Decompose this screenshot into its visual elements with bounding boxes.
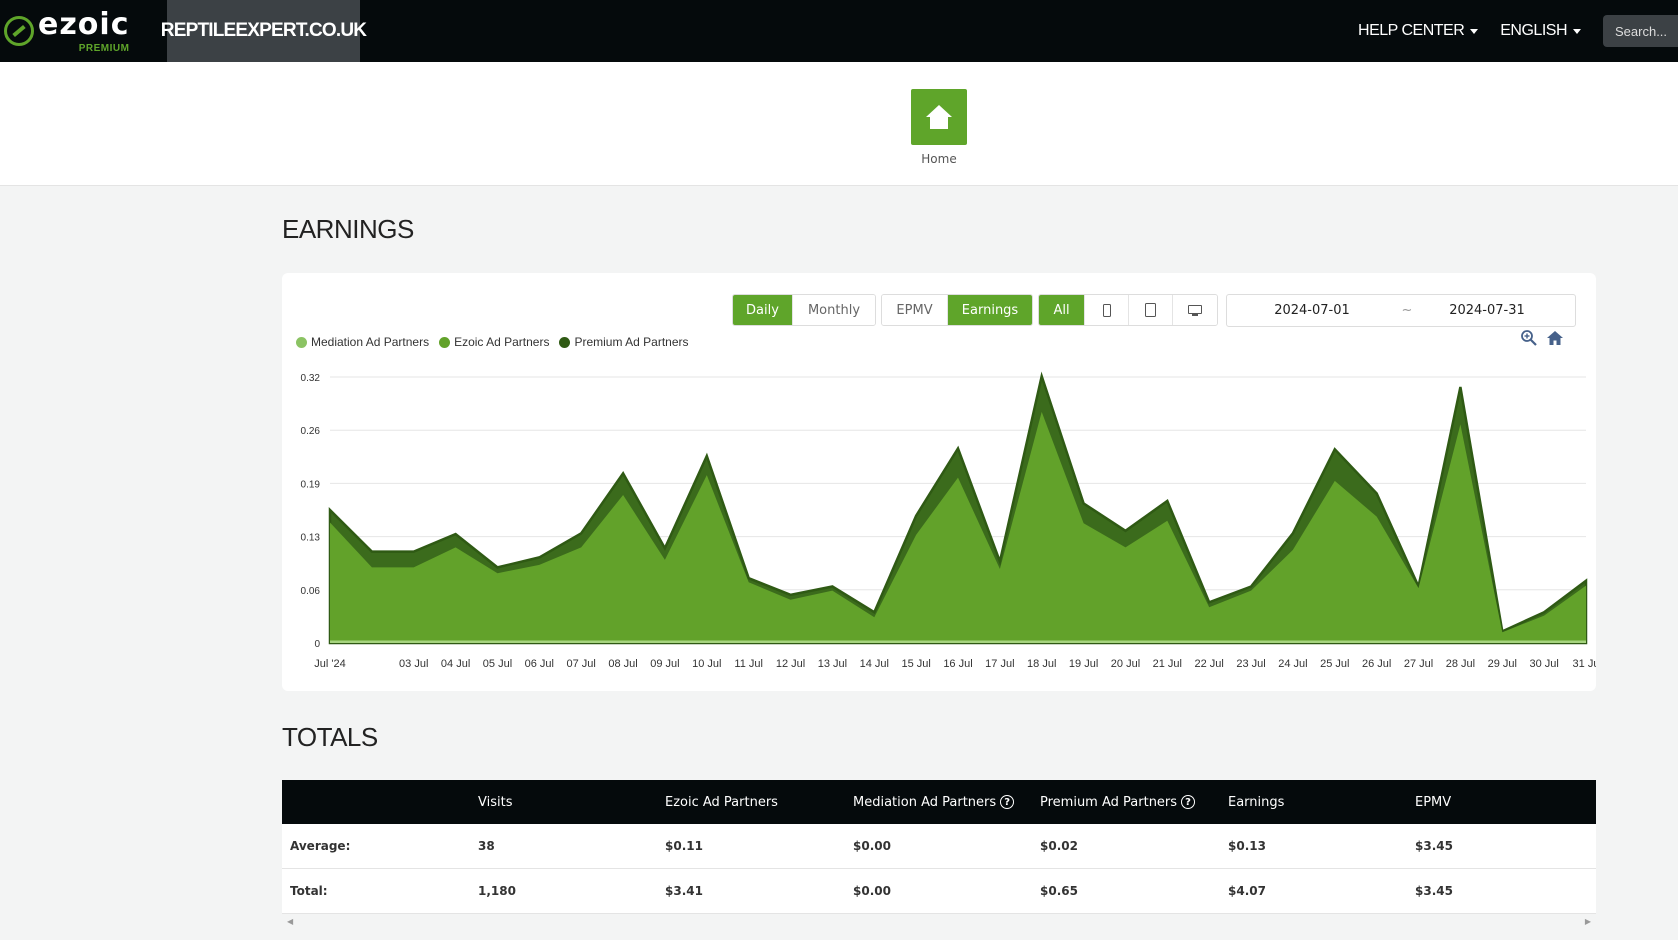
x-tick-label: 26 Jul (1362, 658, 1391, 670)
scroll-left-icon[interactable]: ◀ (287, 917, 293, 926)
x-tick-label: 22 Jul (1195, 658, 1224, 670)
x-tick-label: 04 Jul (441, 658, 470, 670)
x-tick-label: 07 Jul (567, 658, 596, 670)
table-row: Total: 1,180 $3.41 $0.00 $0.65 $4.07 $3.… (282, 869, 1596, 914)
totals-title: TOTALS (282, 722, 378, 752)
chevron-down-icon (1573, 28, 1581, 34)
series-area-mediation-ad-partners (330, 640, 1586, 643)
row-label: Total: (290, 884, 328, 898)
x-tick-label: 25 Jul (1320, 658, 1349, 670)
ezoic-logo-icon (4, 16, 34, 46)
cell-visits: 38 (478, 839, 495, 853)
language-menu[interactable]: ENGLISH (1500, 22, 1581, 40)
row-label: Average: (290, 839, 351, 853)
x-tick-label: 08 Jul (608, 658, 637, 670)
x-tick-label: 09 Jul (650, 658, 679, 670)
y-tick-label: 0.26 (301, 426, 321, 437)
search-input[interactable] (1603, 15, 1678, 47)
x-tick-label: 23 Jul (1236, 658, 1265, 670)
x-tick-label: 06 Jul (525, 658, 554, 670)
x-tick-label: 16 Jul (943, 658, 972, 670)
cell-premium: $0.65 (1040, 884, 1078, 898)
x-tick-label: 13 Jul (818, 658, 847, 670)
help-icon[interactable]: ? (1000, 795, 1015, 809)
x-tick-label: 18 Jul (1027, 658, 1056, 670)
cell-visits: 1,180 (478, 884, 516, 898)
x-tick-label: 31 Ju (1573, 658, 1596, 670)
x-tick-label: 24 Jul (1278, 658, 1307, 670)
cell-ezoic: $3.41 (665, 884, 703, 898)
x-tick-label: Jul '24 (314, 658, 345, 670)
cell-mediation: $0.00 (853, 839, 891, 853)
y-tick-label: 0.19 (301, 479, 321, 490)
x-tick-label: 29 Jul (1488, 658, 1517, 670)
earnings-title: EARNINGS (282, 214, 414, 244)
y-tick-label: 0.13 (301, 533, 321, 544)
cell-earnings: $0.13 (1228, 839, 1266, 853)
x-tick-label: 05 Jul (483, 658, 512, 670)
help-icon[interactable]: ? (1181, 795, 1196, 809)
table-row: Average: 38 $0.11 $0.00 $0.02 $0.13 $3.4… (282, 824, 1596, 869)
col-epmv: EPMV (1415, 794, 1452, 810)
home-strip: Home (0, 62, 1678, 186)
x-tick-label: 27 Jul (1404, 658, 1433, 670)
x-tick-label: 10 Jul (692, 658, 721, 670)
x-tick-label: 12 Jul (776, 658, 805, 670)
logo-text: ezoic PREMIUM (38, 7, 130, 55)
x-tick-label: 15 Jul (901, 658, 930, 670)
col-mediation-label: Mediation Ad Partners (853, 794, 997, 810)
cell-ezoic: $0.11 (665, 839, 703, 853)
col-premium: Premium Ad Partners ? (1040, 794, 1196, 810)
cell-earnings: $4.07 (1228, 884, 1266, 898)
table-horizontal-scrollbar[interactable]: ◀ ▶ (282, 914, 1596, 928)
x-tick-label: 19 Jul (1069, 658, 1098, 670)
ezoic-logo[interactable]: ezoic PREMIUM (0, 0, 167, 62)
totals-table: Visits Ezoic Ad Partners Mediation Ad Pa… (282, 780, 1596, 914)
y-tick-label: 0.06 (301, 586, 321, 597)
scroll-right-icon[interactable]: ▶ (1585, 917, 1591, 926)
cell-mediation: $0.00 (853, 884, 891, 898)
logo-tier: PREMIUM (78, 43, 130, 54)
chevron-down-icon (1470, 28, 1479, 34)
language-label: ENGLISH (1500, 22, 1567, 39)
earnings-chart-card: Daily Monthly EPMV Earnings All 2024-07-… (282, 273, 1596, 691)
x-tick-label: 30 Jul (1529, 658, 1558, 670)
home-button[interactable] (911, 89, 967, 145)
col-ezoic: Ezoic Ad Partners (665, 794, 778, 810)
home-icon (926, 105, 952, 129)
help-center-menu[interactable]: HELP CENTER (1358, 22, 1479, 40)
col-premium-label: Premium Ad Partners (1040, 794, 1178, 810)
logo-word: ezoic (38, 7, 130, 42)
x-tick-label: 03 Jul (399, 658, 428, 670)
x-tick-label: 21 Jul (1153, 658, 1182, 670)
x-tick-label: 28 Jul (1446, 658, 1475, 670)
site-selector[interactable]: REPTILEEXPERT.CO.UK (161, 0, 367, 62)
x-tick-label: 17 Jul (985, 658, 1014, 670)
cell-epmv: $3.45 (1415, 884, 1453, 898)
top-navbar: ezoic PREMIUM REPTILEEXPERT.CO.UK HELP C… (0, 0, 1678, 62)
y-tick-label: 0 (314, 639, 320, 650)
col-visits: Visits (478, 794, 513, 810)
cell-epmv: $3.45 (1415, 839, 1453, 853)
table-header: Visits Ezoic Ad Partners Mediation Ad Pa… (282, 780, 1596, 824)
col-mediation: Mediation Ad Partners ? (853, 794, 1015, 810)
help-center-label: HELP CENTER (1358, 22, 1465, 39)
cell-premium: $0.02 (1040, 839, 1078, 853)
home-label: Home (921, 152, 957, 166)
x-tick-label: 11 Jul (734, 658, 763, 670)
earnings-area-chart: 0 0.06 0.13 0.19 0.26 0.32 Jul '24 03 Jul 04 Jul… (301, 371, 1596, 670)
nav-right: HELP CENTER ENGLISH (1358, 0, 1678, 62)
x-tick-label: 14 Jul (860, 658, 889, 670)
col-earnings: Earnings (1228, 794, 1285, 810)
y-tick-label: 0.32 (301, 373, 321, 384)
x-tick-label: 20 Jul (1111, 658, 1140, 670)
